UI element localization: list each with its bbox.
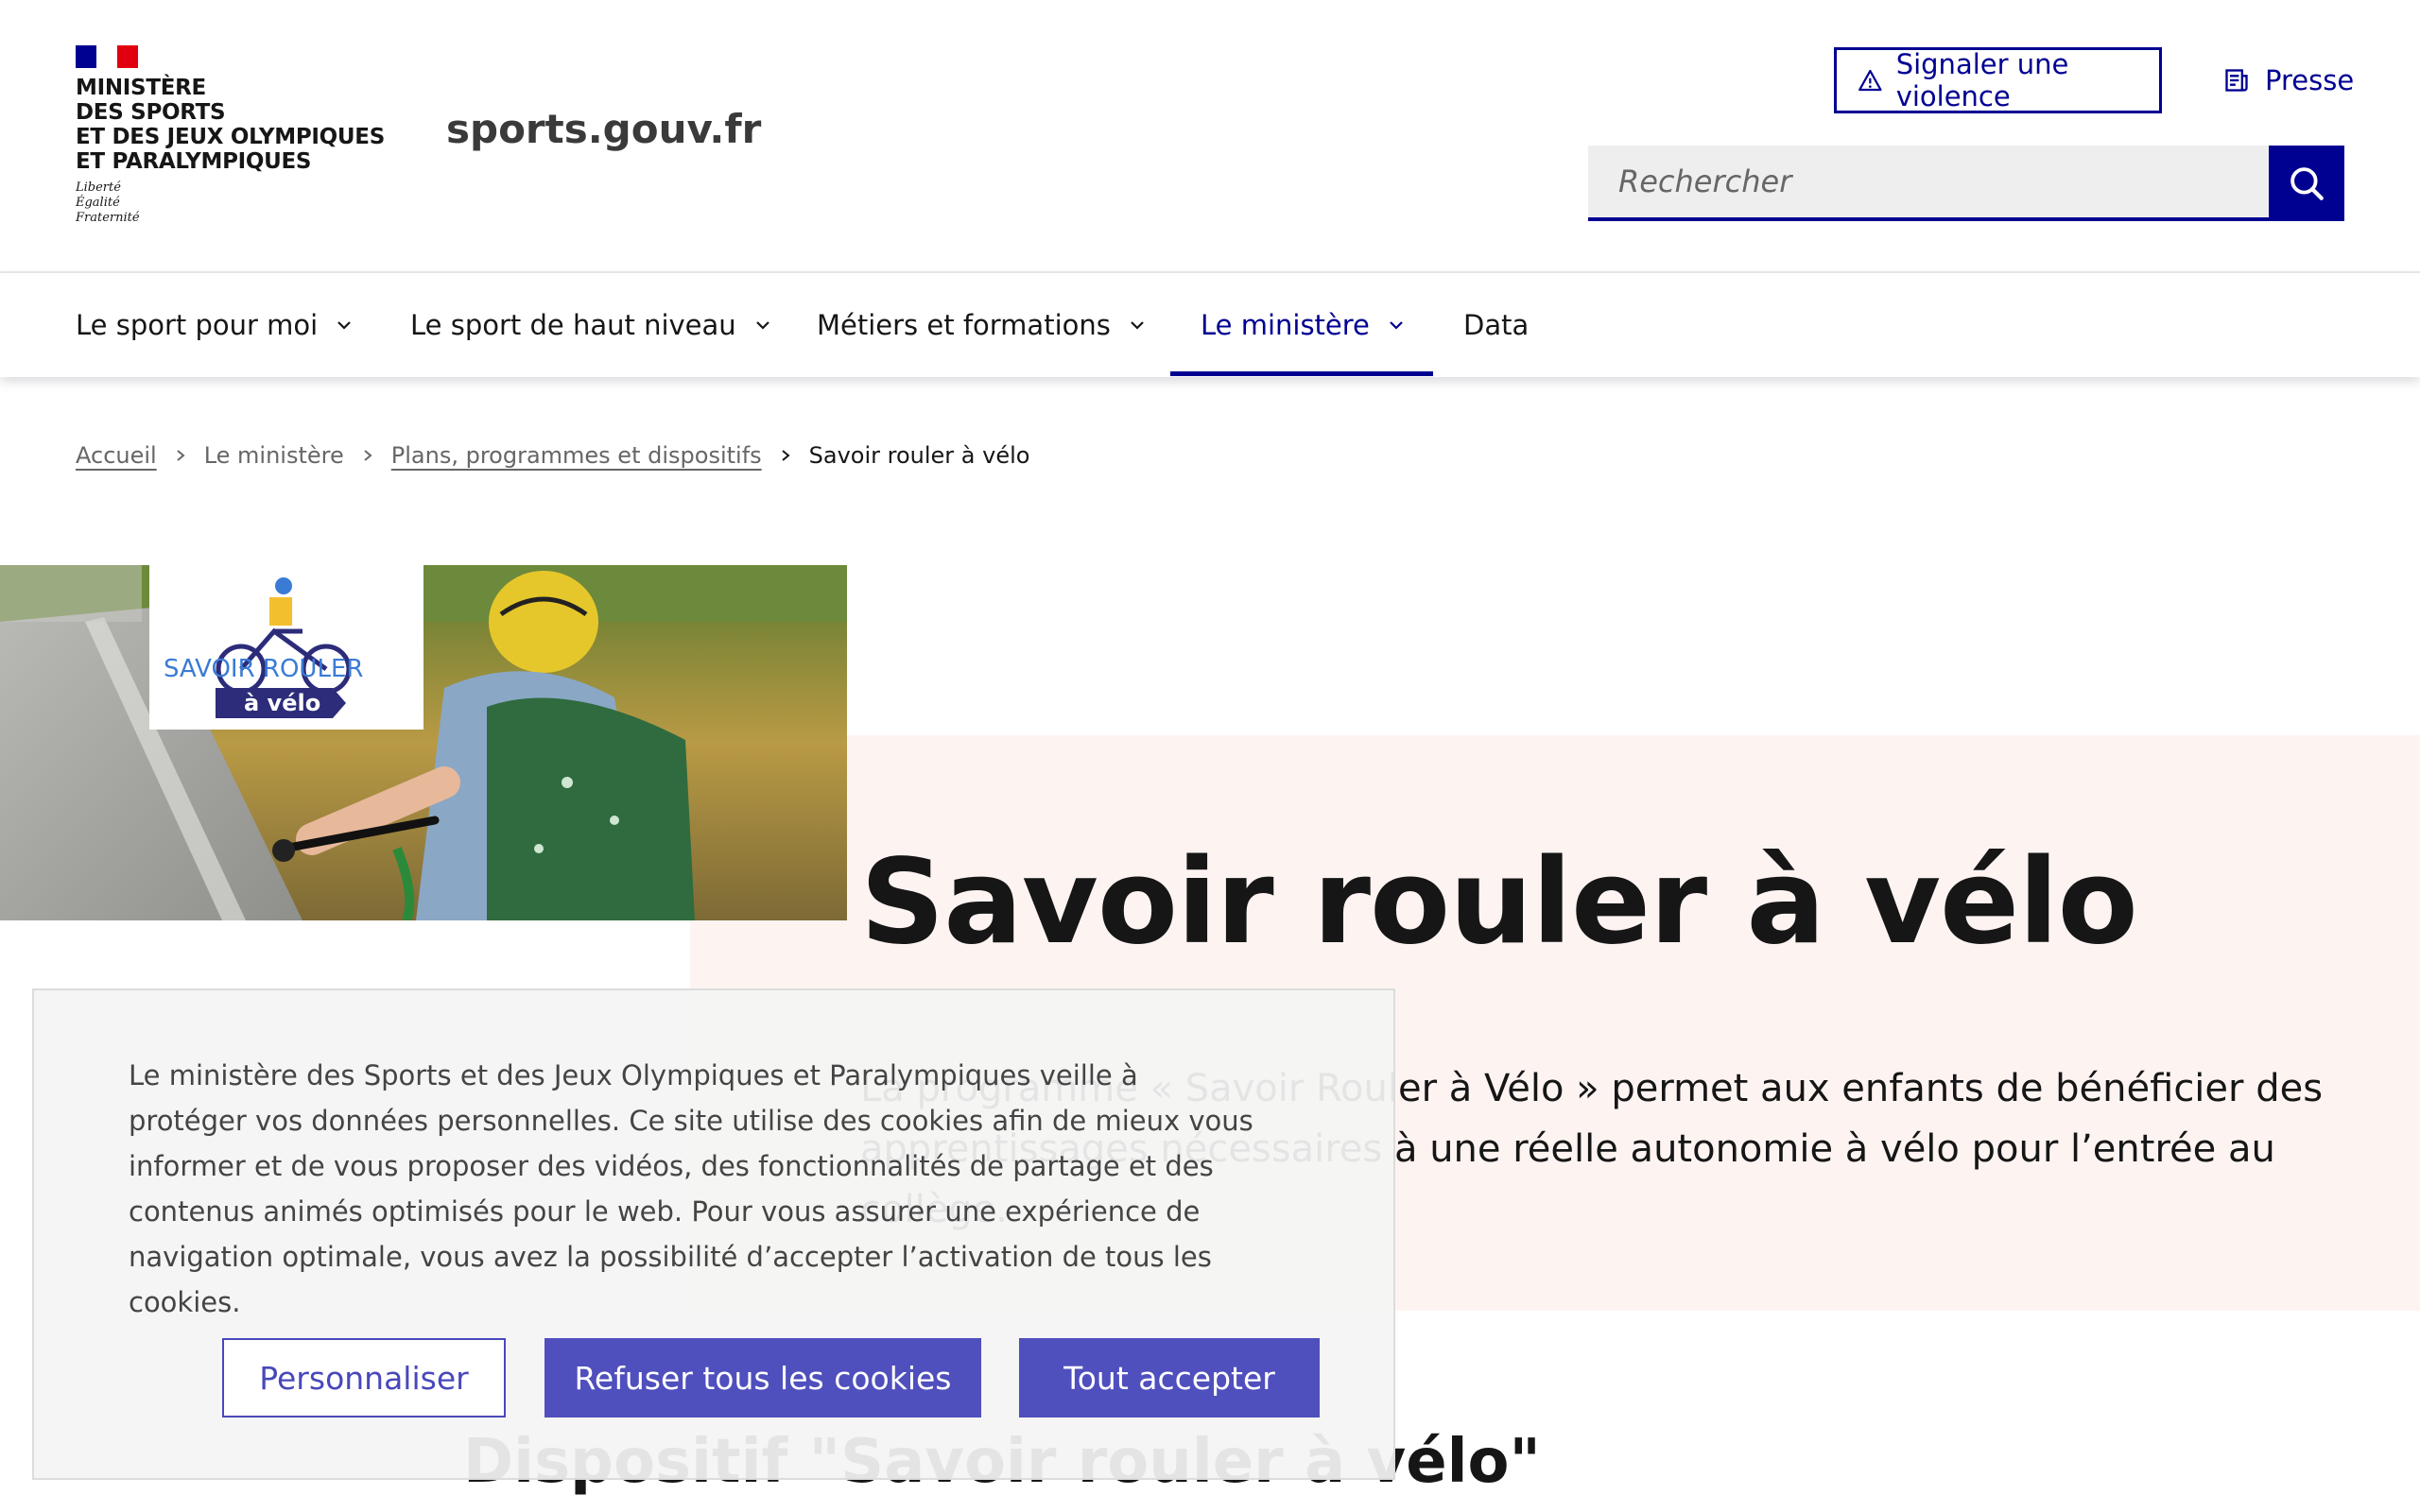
ministry-line: ET DES JEUX OLYMPIQUES (76, 125, 385, 149)
report-violence-button[interactable]: Signaler une violence (1834, 47, 2162, 113)
nav-item-sport-pour-moi[interactable]: Le sport pour moi (76, 273, 354, 377)
motto-line: Fraternité (76, 211, 140, 225)
search-input[interactable] (1588, 146, 2269, 221)
breadcrumb-item-ministere: Le ministère (203, 442, 344, 469)
chevron-right-icon (782, 450, 790, 461)
nav-active-indicator (1170, 371, 1433, 376)
accept-cookies-button[interactable]: Tout accepter (1019, 1338, 1320, 1418)
chevron-right-icon (364, 450, 372, 461)
site-header: MINISTÈRE DES SPORTS ET DES JEUX OLYMPIQ… (0, 0, 2420, 271)
chevron-down-icon (1131, 321, 1144, 330)
ministry-line: MINISTÈRE (76, 76, 206, 100)
republic-motto: Liberté Égalité Fraternité (76, 180, 140, 226)
nav-item-label: Le ministère (1201, 309, 1370, 341)
chevron-down-icon (337, 321, 351, 330)
child-on-bike-photo: SAVOIR ROULER à vélo (0, 565, 847, 920)
breadcrumb-link-plans[interactable]: Plans, programmes et dispositifs (391, 442, 762, 469)
nav-item-haut-niveau[interactable]: Le sport de haut niveau (410, 273, 772, 377)
personalize-cookies-button[interactable]: Personnaliser (222, 1338, 506, 1418)
nav-item-label: Le sport de haut niveau (410, 309, 736, 341)
ministry-line: ET PARALYMPIQUES (76, 149, 312, 174)
ministry-line: DES SPORTS (76, 100, 226, 125)
search-bar (1588, 146, 2344, 221)
cookie-consent-banner: Le ministère des Sports et des Jeux Olym… (32, 988, 1395, 1480)
breadcrumb-current: Savoir rouler à vélo (808, 442, 1030, 469)
nav-item-label: Data (1463, 309, 1530, 341)
site-name-link[interactable]: sports.gouv.fr (446, 106, 761, 152)
motto-line: Liberté (76, 180, 121, 195)
nav-item-le-ministere[interactable]: Le ministère (1201, 273, 1406, 377)
cookie-consent-text: Le ministère des Sports et des Jeux Olym… (129, 1059, 1253, 1318)
refuse-cookies-button[interactable]: Refuser tous les cookies (544, 1338, 981, 1418)
main-navigation: Le sport pour moi Le sport de haut nivea… (0, 271, 2420, 377)
motto-line: Égalité (76, 196, 120, 210)
breadcrumb-link-accueil[interactable]: Accueil (76, 442, 157, 469)
logo-text-top: SAVOIR ROULER (164, 655, 363, 683)
chevron-down-icon (1390, 321, 1403, 330)
chevron-down-icon (755, 321, 769, 330)
newspaper-icon (2225, 69, 2248, 92)
chevron-right-icon (177, 450, 185, 461)
search-icon (2290, 167, 2324, 200)
nav-item-label: Le sport pour moi (76, 309, 319, 341)
breadcrumb: Accueil Le ministère Plans, programmes e… (76, 437, 1029, 474)
hero-image: SAVOIR ROULER à vélo (0, 565, 847, 920)
report-violence-label: Signaler une violence (1895, 48, 2069, 112)
presse-label: Presse (2265, 64, 2355, 96)
search-button[interactable] (2269, 146, 2344, 221)
page-title: Savoir rouler à vélo (860, 834, 2138, 971)
republic-flag-logo[interactable] (76, 45, 138, 68)
logo-text-bottom: à vélo (244, 690, 320, 716)
presse-link[interactable]: Presse (2223, 47, 2354, 113)
ministry-name[interactable]: MINISTÈRE DES SPORTS ET DES JEUX OLYMPIQ… (76, 76, 388, 174)
nav-item-metiers-formations[interactable]: Métiers et formations (817, 273, 1147, 377)
nav-item-data[interactable]: Data (1463, 273, 1529, 377)
warning-icon (1858, 69, 1882, 92)
nav-item-label: Métiers et formations (817, 309, 1111, 341)
